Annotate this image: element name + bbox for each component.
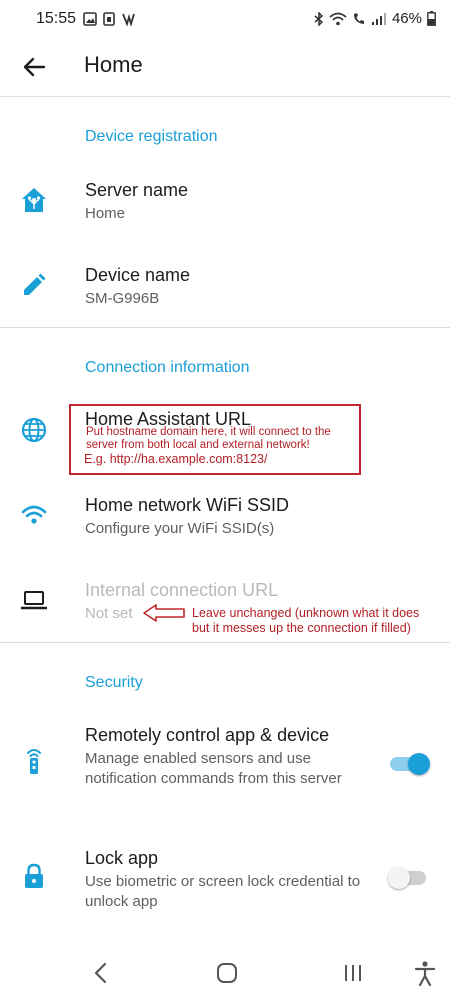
sim-icon — [103, 12, 115, 26]
section-security: Security — [85, 674, 143, 691]
nav-home-icon[interactable] — [216, 962, 238, 984]
pref-lock-app[interactable]: Lock app Use biometric or screen lock cr… — [0, 838, 450, 918]
annotation-hostname-line1: Put hostname domain here, it will connec… — [86, 426, 331, 438]
battery-icon — [427, 11, 436, 26]
device-name-title: Device name — [85, 265, 191, 285]
pref-remote-control[interactable]: Remotely control app & device Manage ena… — [0, 715, 450, 815]
back-arrow-icon[interactable] — [18, 51, 50, 83]
remote-control-toggle[interactable] — [388, 748, 430, 778]
accessibility-icon[interactable] — [414, 960, 436, 986]
annotation-hostname-line2: server from both local and external netw… — [86, 439, 310, 451]
server-name-title: Server name — [85, 180, 189, 200]
status-time: 15:55 — [36, 10, 77, 27]
pref-wifi-ssid[interactable]: Home network WiFi SSID Configure your Wi… — [0, 485, 450, 555]
pref-device-name[interactable]: Device name SM-G996B — [0, 255, 450, 325]
remote-control-title: Remotely control app & device — [85, 725, 330, 745]
section-connection-information: Connection information — [85, 359, 250, 376]
laptop-icon — [21, 591, 47, 610]
section-device-registration: Device registration — [85, 128, 218, 145]
vpn-icon — [122, 13, 135, 26]
notification-icons — [83, 12, 135, 26]
pencil-icon — [24, 273, 46, 295]
wifi-ssid-summary: Configure your WiFi SSID(s) — [85, 520, 275, 537]
home-assistant-icon — [22, 188, 46, 212]
lock-app-title: Lock app — [85, 848, 159, 868]
device-name-summary: SM-G996B — [85, 290, 160, 307]
battery-percent: 46% — [391, 10, 422, 27]
section-divider — [0, 642, 450, 643]
pref-server-name[interactable]: Server name Home — [0, 170, 450, 240]
status-right: 46% — [314, 10, 436, 27]
toggle-knob — [408, 753, 430, 775]
server-name-summary: Home — [85, 205, 126, 222]
annotation-leave-line1: Leave unchanged (unknown what it does — [192, 606, 420, 620]
globe-icon — [21, 417, 47, 443]
toggle-knob — [388, 867, 410, 889]
section-divider — [0, 327, 450, 328]
nav-back-icon[interactable] — [92, 962, 110, 984]
app-toolbar: Home — [0, 38, 450, 97]
annotation-leave-line2: but it messes up the connection if fille… — [192, 621, 411, 635]
bluetooth-icon — [314, 11, 324, 26]
wifi-ssid-title: Home network WiFi SSID — [85, 495, 290, 515]
status-bar: 15:55 46% — [0, 0, 450, 38]
wifi-status-icon — [329, 12, 347, 25]
signal-icon — [371, 12, 386, 25]
image-icon — [83, 12, 97, 26]
internal-url-title: Internal connection URL — [85, 580, 279, 600]
system-nav-bar — [0, 948, 450, 1000]
remote-control-summary: Manage enabled sensors and use notificat… — [85, 750, 342, 787]
lock-app-toggle[interactable] — [388, 862, 428, 892]
call-icon — [353, 12, 364, 24]
page-title: Home — [84, 52, 143, 77]
lock-icon — [25, 863, 43, 888]
nav-recents-icon[interactable] — [342, 962, 364, 984]
lock-app-summary: Use biometric or screen lock credential … — [85, 873, 361, 910]
wifi-icon — [21, 505, 47, 524]
remote-icon — [27, 749, 41, 774]
annotation-arrow-icon — [143, 604, 185, 622]
annotation-example-url: E.g. http://ha.example.com:8123/ — [84, 452, 268, 466]
